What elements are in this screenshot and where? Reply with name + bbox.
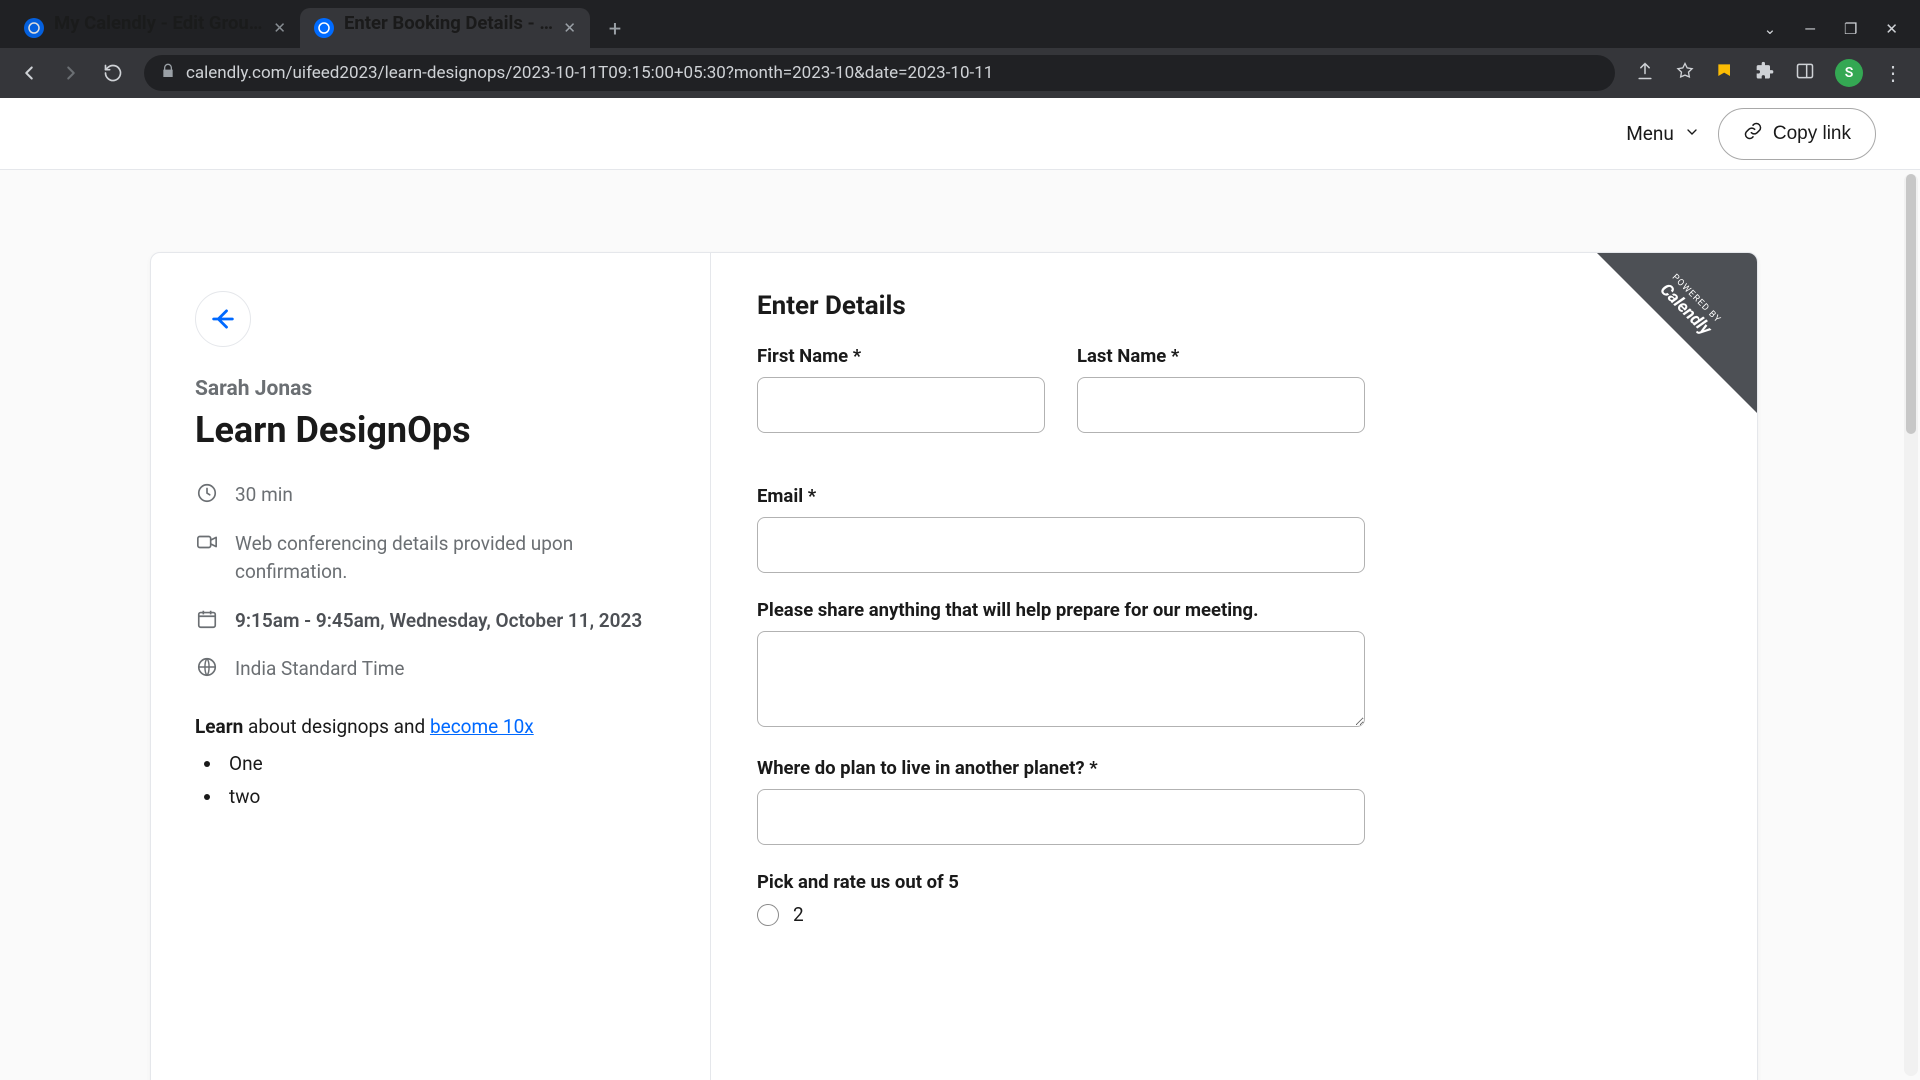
location-text: Web conferencing details provided upon c… — [235, 530, 666, 587]
globe-icon — [195, 655, 219, 679]
menu-dropdown[interactable]: Menu — [1626, 122, 1700, 145]
desc-plain: about designops and — [243, 715, 430, 738]
extension-badge-icon[interactable] — [1715, 61, 1735, 85]
desc-bullet: two — [223, 782, 666, 811]
back-button[interactable] — [195, 291, 251, 347]
lock-icon — [160, 63, 176, 84]
close-tab-icon[interactable]: ✕ — [273, 19, 286, 37]
duration-text: 30 min — [235, 481, 293, 510]
menu-label: Menu — [1626, 122, 1674, 145]
chevron-down-icon — [1684, 122, 1700, 145]
minimize-icon[interactable]: ― — [1804, 20, 1816, 38]
page-viewport: POWERED BY Calendly Sarah Jonas Learn De… — [0, 170, 1920, 1080]
booking-card: POWERED BY Calendly Sarah Jonas Learn De… — [150, 252, 1758, 1080]
radio-option[interactable]: 2 — [757, 903, 1365, 926]
share-icon[interactable] — [1635, 61, 1655, 85]
form-title: Enter Details — [757, 291, 1711, 321]
window-controls: ⌄ ― ❐ ✕ — [1764, 20, 1910, 48]
browser-toolbar: calendly.com/uifeed2023/learn-designops/… — [0, 48, 1920, 98]
reload-icon[interactable] — [96, 56, 130, 90]
close-window-icon[interactable]: ✕ — [1885, 20, 1898, 38]
scrollbar[interactable] — [1904, 174, 1918, 1076]
last-name-label: Last Name * — [1077, 345, 1365, 367]
link-icon — [1743, 121, 1763, 147]
browser-tab[interactable]: Enter Booking Details - Calendly ✕ — [300, 8, 590, 48]
first-name-input[interactable] — [757, 377, 1045, 433]
browser-tab[interactable]: My Calendly - Edit Group Event ✕ — [10, 8, 300, 48]
video-icon — [195, 530, 219, 554]
email-input[interactable] — [757, 517, 1365, 573]
toolbar-right: S ⋮ — [1629, 59, 1908, 87]
desc-strong: Learn — [195, 715, 243, 738]
event-title: Learn DesignOps — [195, 409, 666, 451]
notes-label: Please share anything that will help pre… — [757, 599, 1365, 621]
radio-icon[interactable] — [757, 904, 779, 926]
forward-icon — [54, 56, 88, 90]
tab-overview-icon[interactable]: ⌄ — [1764, 20, 1777, 38]
timezone-text: India Standard Time — [235, 655, 404, 684]
event-description: Learn about designops and become 10x One… — [195, 712, 666, 812]
first-name-label: First Name * — [757, 345, 1045, 367]
extensions-icon[interactable] — [1755, 61, 1775, 85]
datetime-text: 9:15am - 9:45am, Wednesday, October 11, … — [235, 607, 642, 636]
profile-avatar[interactable]: S — [1835, 59, 1863, 87]
address-bar[interactable]: calendly.com/uifeed2023/learn-designops/… — [144, 55, 1615, 91]
host-name: Sarah Jonas — [195, 377, 666, 401]
desc-bullet: One — [223, 749, 666, 778]
page-header: Menu Copy link — [0, 98, 1920, 170]
email-label: Email * — [757, 485, 1365, 507]
url-text: calendly.com/uifeed2023/learn-designops/… — [186, 63, 993, 83]
maximize-icon[interactable]: ❐ — [1844, 20, 1857, 38]
browser-tab-strip: My Calendly - Edit Group Event ✕ Enter B… — [0, 0, 1920, 48]
scrollbar-thumb[interactable] — [1906, 174, 1916, 434]
back-icon[interactable] — [12, 56, 46, 90]
clock-icon — [195, 481, 219, 505]
question2-label: Pick and rate us out of 5 — [757, 871, 1365, 893]
kebab-menu-icon[interactable]: ⋮ — [1883, 61, 1902, 85]
bookmark-star-icon[interactable] — [1675, 61, 1695, 85]
booking-form: Enter Details First Name * Last Name * E… — [711, 253, 1757, 1080]
calendar-icon — [195, 607, 219, 631]
close-tab-icon[interactable]: ✕ — [563, 19, 576, 37]
new-tab-button[interactable]: + — [598, 12, 632, 46]
location-row: Web conferencing details provided upon c… — [195, 530, 666, 587]
tab-label: Enter Booking Details - Calendly — [344, 12, 553, 34]
question1-input[interactable] — [757, 789, 1365, 845]
timezone-row: India Standard Time — [195, 655, 666, 684]
tab-label: My Calendly - Edit Group Event — [54, 12, 263, 34]
calendly-favicon-icon — [24, 18, 44, 38]
question1-label: Where do plan to live in another planet?… — [757, 757, 1365, 779]
copy-link-button[interactable]: Copy link — [1718, 108, 1876, 160]
side-panel-icon[interactable] — [1795, 61, 1815, 85]
copy-link-label: Copy link — [1773, 123, 1851, 145]
desc-link[interactable]: become 10x — [430, 715, 534, 738]
last-name-input[interactable] — [1077, 377, 1365, 433]
notes-textarea[interactable] — [757, 631, 1365, 727]
duration-row: 30 min — [195, 481, 666, 510]
event-sidebar: Sarah Jonas Learn DesignOps 30 min Web c… — [151, 253, 711, 1080]
datetime-row: 9:15am - 9:45am, Wednesday, October 11, … — [195, 607, 666, 636]
calendly-favicon-icon — [314, 18, 334, 38]
radio-label: 2 — [793, 903, 804, 926]
